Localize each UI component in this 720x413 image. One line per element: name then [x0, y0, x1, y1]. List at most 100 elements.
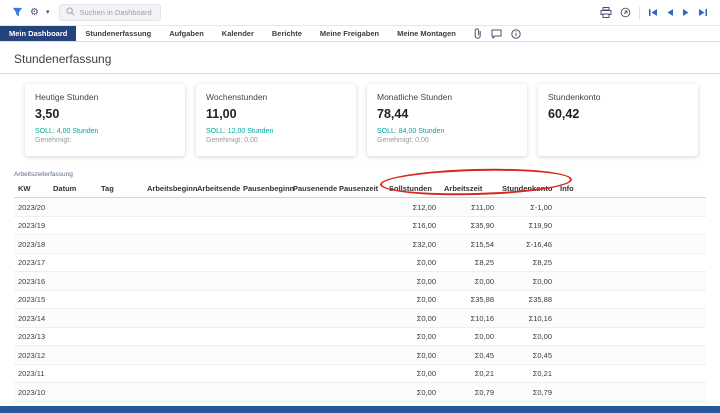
cell-sollstunden: Σ0,00	[385, 309, 440, 328]
cell-info	[556, 309, 706, 328]
cell-datum	[49, 253, 97, 272]
tab-stundenerfassung[interactable]: Stundenerfassung	[76, 26, 160, 41]
cell-stundenkonto: Σ0,21	[498, 364, 556, 383]
cell-arbeitsende	[193, 253, 239, 272]
cell-pausenzeit	[335, 235, 385, 254]
cell-pausenzeit	[335, 327, 385, 346]
tab-aufgaben[interactable]: Aufgaben	[160, 26, 213, 41]
first-page-icon[interactable]	[648, 8, 658, 17]
table-section-label: Arbeitszeiterfassung	[14, 171, 720, 178]
column-header-arbeitsbeginn[interactable]: Arbeitsbeginn	[143, 181, 193, 198]
tab-meine-montagen[interactable]: Meine Montagen	[388, 26, 465, 41]
cell-pausenbeginn	[239, 309, 289, 328]
cell-arbeitsende	[193, 346, 239, 365]
cell-pausenende	[289, 216, 335, 235]
info-icon[interactable]	[511, 29, 521, 39]
cell-pausenbeginn	[239, 327, 289, 346]
cell-kw: 2023/11	[14, 364, 49, 383]
cell-arbeitszeit: Σ35,88	[440, 290, 498, 309]
cell-tag	[97, 327, 143, 346]
cell-kw: 2023/20	[14, 198, 49, 217]
column-header-pausenbeginn[interactable]: Pausenbeginn	[239, 181, 289, 198]
cell-pausenende	[289, 364, 335, 383]
filter-icon[interactable]	[12, 7, 23, 18]
table-row[interactable]: 2023/10Σ0,00Σ0,79Σ0,79	[14, 383, 706, 402]
tab-mein-dashboard[interactable]: Mein Dashboard	[0, 26, 76, 41]
cell-stundenkonto: Σ35,88	[498, 290, 556, 309]
table-row[interactable]: 2023/17Σ0,00Σ8,25Σ8,25	[14, 253, 706, 272]
cell-arbeitsbeginn	[143, 327, 193, 346]
cell-stundenkonto: Σ0,00	[498, 272, 556, 291]
print-icon[interactable]	[600, 7, 612, 18]
tab-kalender[interactable]: Kalender	[213, 26, 263, 41]
cell-pausenende	[289, 346, 335, 365]
cell-stundenkonto: Σ8,25	[498, 253, 556, 272]
title-divider	[0, 73, 720, 74]
cell-pausenzeit	[335, 346, 385, 365]
chevron-down-icon[interactable]: ▾	[46, 9, 50, 16]
cell-sollstunden: Σ32,00	[385, 235, 440, 254]
cell-kw: 2023/18	[14, 235, 49, 254]
cell-sollstunden: Σ0,00	[385, 253, 440, 272]
card-approved-label: Genehmigt: 0,00	[206, 137, 346, 144]
table-row[interactable]: 2023/18Σ32,00Σ15,54Σ-16,46	[14, 235, 706, 254]
cell-pausenbeginn	[239, 383, 289, 402]
cell-pausenbeginn	[239, 290, 289, 309]
cell-arbeitsende	[193, 309, 239, 328]
column-header-datum[interactable]: Datum	[49, 181, 97, 198]
paperclip-icon[interactable]	[473, 28, 482, 39]
column-header-info[interactable]: Info	[556, 181, 706, 198]
toolbar-divider	[639, 7, 640, 19]
cell-kw: 2023/17	[14, 253, 49, 272]
table-row[interactable]: 2023/12Σ0,00Σ0,45Σ0,45	[14, 346, 706, 365]
cell-pausenzeit	[335, 198, 385, 217]
cell-datum	[49, 198, 97, 217]
cell-info	[556, 253, 706, 272]
cell-arbeitsbeginn	[143, 272, 193, 291]
column-header-tag[interactable]: Tag	[97, 181, 143, 198]
cell-kw: 2023/14	[14, 309, 49, 328]
search-icon	[66, 7, 75, 18]
cell-arbeitsende	[193, 327, 239, 346]
export-circle-icon[interactable]	[620, 7, 631, 18]
table-row[interactable]: 2023/14Σ0,00Σ10,16Σ10,16	[14, 309, 706, 328]
top-toolbar: ⚙ ▾	[0, 0, 720, 26]
summary-cards: Heutige Stunden3,50SOLL: 4,00 StundenGen…	[25, 84, 706, 156]
cell-arbeitszeit: Σ8,25	[440, 253, 498, 272]
column-header-pausenzeit[interactable]: Pausenzeit	[335, 181, 385, 198]
next-page-icon[interactable]	[682, 8, 690, 17]
table-row[interactable]: 2023/20Σ12,00Σ11,00Σ-1,00	[14, 198, 706, 217]
comment-icon[interactable]	[491, 29, 502, 39]
prev-page-icon[interactable]	[666, 8, 674, 17]
table-row[interactable]: 2023/13Σ0,00Σ0,00Σ0,00	[14, 327, 706, 346]
cell-arbeitsende	[193, 290, 239, 309]
card-value: 11,00	[206, 107, 346, 121]
cell-arbeitszeit: Σ35,90	[440, 216, 498, 235]
tab-berichte[interactable]: Berichte	[263, 26, 311, 41]
table-row[interactable]: 2023/19Σ16,00Σ35,90Σ19,90	[14, 216, 706, 235]
cell-pausenbeginn	[239, 364, 289, 383]
cell-pausenzeit	[335, 383, 385, 402]
table-row[interactable]: 2023/15Σ0,00Σ35,88Σ35,88	[14, 290, 706, 309]
cell-tag	[97, 216, 143, 235]
column-header-sollstunden[interactable]: Sollstunden	[385, 181, 440, 198]
cell-arbeitsbeginn	[143, 198, 193, 217]
column-header-stundenkonto[interactable]: Stundenkonto	[498, 181, 556, 198]
cell-pausenende	[289, 383, 335, 402]
cell-arbeitsbeginn	[143, 235, 193, 254]
tab-list: Mein DashboardStundenerfassungAufgabenKa…	[0, 26, 465, 41]
table-row[interactable]: 2023/16Σ0,00Σ0,00Σ0,00	[14, 272, 706, 291]
column-header-arbeitszeit[interactable]: Arbeitszeit	[440, 181, 498, 198]
cell-pausenende	[289, 235, 335, 254]
card-heutige-stunden: Heutige Stunden3,50SOLL: 4,00 StundenGen…	[25, 84, 185, 156]
tabbar-icons	[465, 26, 529, 41]
table-row[interactable]: 2023/11Σ0,00Σ0,21Σ0,21	[14, 364, 706, 383]
gear-icon[interactable]: ⚙	[30, 8, 39, 18]
search-input[interactable]	[79, 8, 161, 17]
card-title: Wochenstunden	[206, 92, 346, 102]
column-header-arbeitsende[interactable]: Arbeitsende	[193, 181, 239, 198]
tab-meine-freigaben[interactable]: Meine Freigaben	[311, 26, 388, 41]
column-header-pausenende[interactable]: Pausenende	[289, 181, 335, 198]
column-header-kw[interactable]: KW	[14, 181, 49, 198]
last-page-icon[interactable]	[698, 8, 708, 17]
